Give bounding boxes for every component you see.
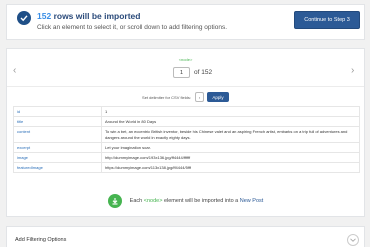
field-value[interactable]: To win a bet, an eccentric British inven… (101, 126, 360, 143)
field-key[interactable]: excerpt (13, 142, 102, 153)
table-row[interactable]: featuredImage https://dummyimage.com/113… (13, 162, 360, 173)
apply-button[interactable]: Apply (206, 92, 229, 102)
row-count: 152 (37, 11, 52, 21)
divider (7, 86, 364, 87)
table-row[interactable]: image http://dummyimage.com/193x136.jpg/… (13, 152, 360, 163)
record-preview-card: <node> ‹ › of 152 Set delimiter for CSV … (6, 48, 365, 217)
import-icon (107, 194, 122, 208)
post-type-label: New Post (239, 198, 264, 204)
info-middle: element will be imported into a (163, 198, 239, 204)
info-node-tag: <node> (143, 198, 163, 204)
delimiter-label: Set delimiter for CSV fields: (142, 94, 191, 100)
next-record-icon[interactable]: › (351, 65, 354, 76)
info-prefix: Each (129, 198, 143, 204)
field-key[interactable]: content (13, 126, 102, 143)
import-headline: 152 rows will be imported (37, 11, 140, 21)
check-icon (17, 11, 31, 25)
field-value[interactable]: http://dummyimage.com/193x136.jpg/ff4444… (101, 152, 360, 163)
import-summary-card: 152 rows will be imported Click an eleme… (6, 4, 365, 40)
field-value[interactable]: https://dummyimage.com/113x138.jpg/ff444… (101, 162, 360, 173)
delimiter-input[interactable] (194, 92, 204, 102)
continue-step3-button[interactable]: Continue to Step 3 (294, 11, 360, 29)
field-value[interactable]: Let your imagination soar. (101, 142, 360, 153)
table-row[interactable]: content To win a bet, an eccentric Briti… (13, 126, 360, 143)
prev-record-icon[interactable]: ‹ (13, 65, 16, 76)
field-key[interactable]: title (13, 116, 102, 127)
record-table: id 1 title Around the World in 80 Days c… (13, 106, 360, 173)
field-value[interactable]: Around the World in 80 Days (101, 116, 360, 127)
field-key[interactable]: featuredImage (13, 162, 102, 173)
field-value[interactable]: 1 (101, 106, 360, 117)
page-total: of 152 (194, 69, 213, 76)
node-tag: <node> (178, 57, 193, 62)
chevron-down-icon[interactable] (347, 234, 359, 246)
table-row[interactable]: title Around the World in 80 Days (13, 116, 360, 127)
instructions-text: Click an element to select it, or scroll… (37, 24, 228, 31)
field-key[interactable]: image (13, 152, 102, 163)
field-key[interactable]: id (13, 106, 102, 117)
headline-text: rows will be imported (53, 11, 141, 21)
page-number-input[interactable] (173, 67, 190, 78)
table-row[interactable]: excerpt Let your imagination soar. (13, 142, 360, 153)
delimiter-row: Set delimiter for CSV fields: Apply (7, 92, 364, 102)
filtering-title: Add Filtering Options (15, 237, 67, 243)
table-row[interactable]: id 1 (13, 106, 360, 117)
import-target-text: Each <node> element will be imported int… (130, 198, 264, 204)
record-pager: of 152 (173, 67, 212, 78)
import-target-info: Each <node> element will be imported int… (7, 194, 364, 208)
filtering-options-panel[interactable]: Add Filtering Options (6, 226, 365, 247)
